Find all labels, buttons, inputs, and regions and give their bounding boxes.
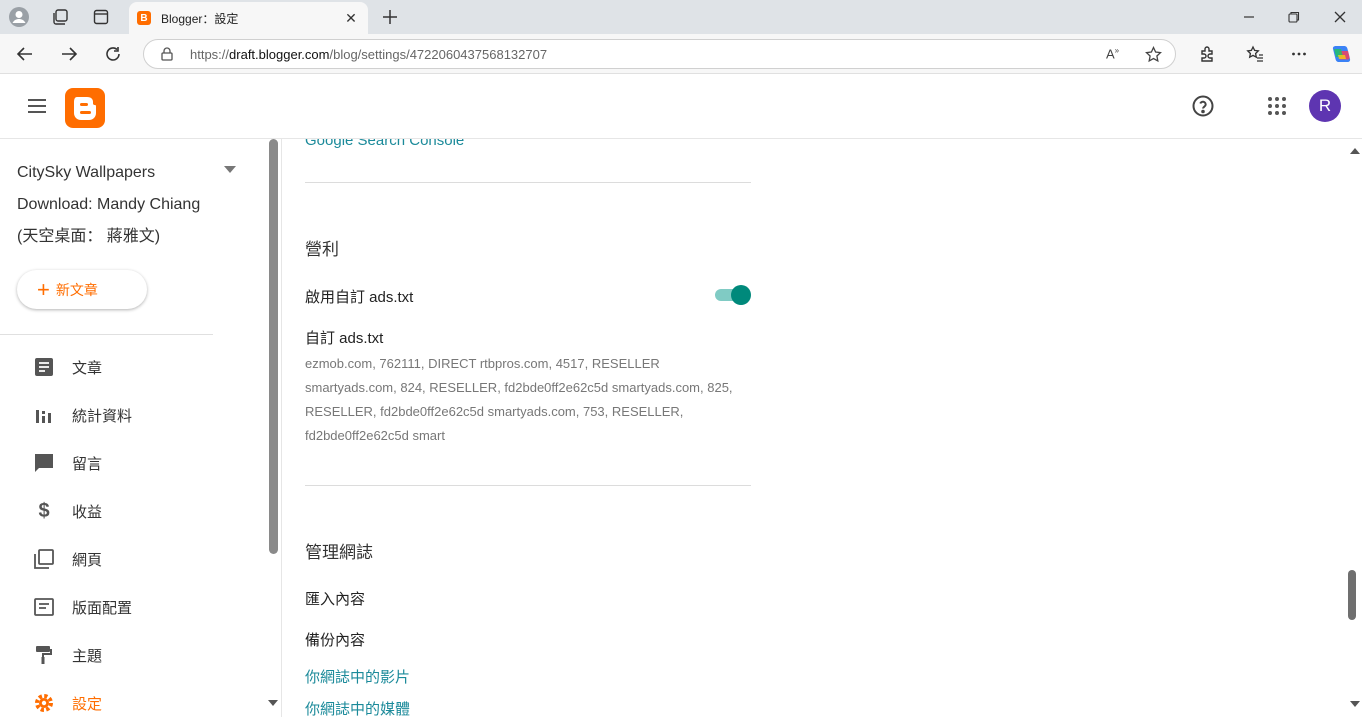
sidebar-item-label: 文章 — [72, 359, 103, 377]
sidebar-item-label: 收益 — [72, 503, 103, 521]
url-host: draft.blogger.com — [229, 47, 330, 62]
monetization-heading: 營利 — [305, 240, 339, 259]
scroll-down-icon[interactable] — [1350, 701, 1360, 708]
sidebar-divider — [0, 334, 213, 335]
blogger-header: R — [0, 75, 1362, 139]
sidebar-item-comments[interactable]: 留言 — [0, 443, 260, 483]
section-divider — [305, 485, 751, 486]
blog-name-line1: CitySky Wallpapers — [17, 164, 156, 181]
more-menu-icon[interactable] — [1287, 42, 1311, 66]
sidebar-scrollbar[interactable] — [269, 139, 278, 554]
toggle-knob — [731, 285, 751, 305]
section-divider — [305, 182, 751, 183]
enable-custom-ads-label: 啟用自訂 ads.txt — [305, 289, 414, 306]
main-scrollbar[interactable] — [1347, 139, 1362, 717]
extensions-icon[interactable] — [1195, 42, 1219, 66]
active-tab[interactable]: B Blogger：設定 ✕ — [129, 2, 368, 34]
custom-ads-label[interactable]: 自訂 ads.txt — [305, 327, 383, 348]
layout-icon — [33, 596, 55, 618]
refresh-icon[interactable] — [101, 42, 125, 66]
sidebar-item-label: 版面配置 — [72, 599, 133, 617]
comments-icon — [33, 452, 55, 474]
blog-dropdown-icon[interactable] — [224, 166, 236, 174]
url-text: https://draft.blogger.com/blog/settings/… — [190, 47, 547, 62]
plus-icon: + — [37, 276, 50, 302]
blog-selector[interactable]: CitySky Wallpapers Download: Mandy Chian… — [17, 157, 237, 253]
browser-toolbar: https://draft.blogger.com/blog/settings/… — [0, 34, 1362, 74]
manage-blog-heading: 管理網誌 — [305, 543, 373, 562]
theme-icon — [33, 644, 55, 666]
enable-custom-ads-toggle[interactable] — [713, 285, 751, 305]
blog-media-link[interactable]: 你網誌中的媒體 — [305, 698, 410, 717]
url-path: /blog/settings/4722060437568132707 — [329, 47, 548, 62]
read-aloud-icon[interactable]: A» — [1106, 46, 1119, 61]
sidebar-item-pages[interactable]: 網頁 — [0, 539, 260, 579]
apps-grid-icon[interactable] — [1267, 96, 1287, 116]
sidebar-item-label: 留言 — [72, 455, 103, 473]
tab-actions-icon[interactable] — [88, 5, 114, 29]
new-post-button[interactable]: + 新文章 — [17, 270, 147, 309]
blog-name-line2: Download: Mandy Chiang — [17, 196, 201, 213]
import-content-button[interactable]: 匯入內容 — [305, 588, 365, 609]
new-post-label: 新文章 — [55, 281, 98, 298]
close-tab-icon[interactable]: ✕ — [342, 10, 360, 27]
sidebar-item-label: 網頁 — [72, 551, 103, 569]
blog-name-line3: (天空桌面： 蔣雅文) — [17, 228, 161, 245]
sidebar-item-label: 主題 — [72, 647, 103, 665]
back-icon[interactable] — [13, 42, 37, 66]
address-bar[interactable]: https://draft.blogger.com/blog/settings/… — [143, 39, 1176, 69]
account-avatar[interactable]: R — [1309, 90, 1341, 122]
sidebar-item-theme[interactable]: 主題 — [0, 635, 260, 675]
settings-main: Google Search Console 營利 啟用自訂 ads.txt 自訂… — [283, 139, 1345, 717]
sidebar-item-layout[interactable]: 版面配置 — [0, 587, 260, 627]
earnings-icon: $ — [38, 499, 50, 522]
sidebar-item-label: 統計資料 — [72, 407, 133, 425]
blogger-logo[interactable] — [65, 88, 105, 128]
search-console-link[interactable]: Google Search Console — [305, 139, 464, 149]
sidebar-item-stats[interactable]: 統計資料 — [0, 395, 260, 435]
sidebar-item-posts[interactable]: 文章 — [0, 347, 260, 387]
forward-icon[interactable] — [57, 42, 81, 66]
profile-icon[interactable] — [6, 5, 32, 29]
backup-content-button[interactable]: 備份內容 — [305, 629, 365, 650]
restore-icon[interactable] — [1279, 5, 1309, 29]
favorite-star-icon[interactable] — [1145, 46, 1162, 63]
posts-icon — [33, 356, 55, 378]
minimize-icon[interactable] — [1234, 5, 1264, 29]
sidebar-item-earnings[interactable]: $ 收益 — [0, 491, 260, 531]
copilot-icon[interactable] — [1329, 42, 1353, 66]
new-tab-icon[interactable] — [378, 5, 402, 29]
workspaces-icon[interactable] — [47, 5, 73, 29]
sidebar: CitySky Wallpapers Download: Mandy Chian… — [0, 139, 282, 717]
scroll-up-icon[interactable] — [1350, 147, 1360, 154]
tab-title: Blogger：設定 — [161, 11, 239, 26]
hamburger-menu-icon[interactable] — [26, 95, 48, 117]
close-window-icon[interactable] — [1325, 5, 1355, 29]
url-prefix: https:// — [190, 47, 230, 62]
sidebar-item-settings[interactable]: 設定 — [0, 683, 260, 717]
settings-icon — [33, 692, 55, 714]
main-scrollbar-thumb[interactable] — [1348, 570, 1356, 620]
sidebar-item-label: 設定 — [72, 695, 103, 713]
favorites-icon[interactable] — [1243, 42, 1267, 66]
help-icon[interactable] — [1191, 94, 1215, 118]
blogger-favicon: B — [137, 11, 151, 25]
stats-icon — [33, 404, 55, 426]
blog-videos-link[interactable]: 你網誌中的影片 — [305, 666, 410, 687]
sidebar-scroll-down-icon[interactable] — [268, 700, 278, 707]
browser-tab-bar: B Blogger：設定 ✕ — [0, 0, 1362, 34]
site-info-icon[interactable] — [160, 47, 174, 61]
custom-ads-value[interactable]: ezmob.com, 762111, DIRECT rtbpros.com, 4… — [305, 352, 745, 448]
pages-icon — [33, 548, 55, 570]
